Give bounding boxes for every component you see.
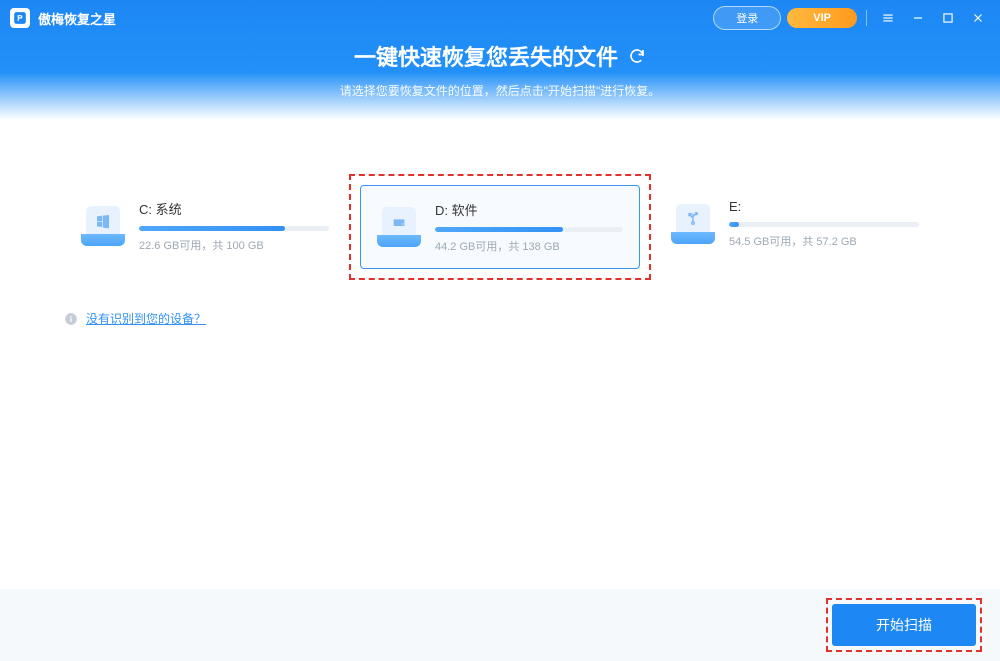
drive-icon-usb [671, 204, 715, 244]
drive-icon-windows [81, 206, 125, 246]
drive-stats: 54.5 GB可用，共 57.2 GB [729, 233, 919, 249]
drive-label: C: 系统 [139, 199, 329, 218]
close-icon[interactable] [966, 6, 990, 30]
info-icon: i [64, 312, 78, 326]
drive-label: E: [729, 199, 919, 214]
hero-title: 一键快速恢复您丢失的文件 [354, 40, 618, 72]
drive-stats: 44.2 GB可用，共 138 GB [435, 238, 623, 254]
start-scan-button[interactable]: 开始扫描 [832, 604, 976, 646]
menu-icon[interactable] [876, 6, 900, 30]
minimize-icon[interactable] [906, 6, 930, 30]
app-logo-icon [10, 8, 30, 28]
svg-text:i: i [70, 314, 72, 323]
drive-usage-bar [729, 222, 919, 227]
drive-usage-bar [139, 226, 329, 231]
refresh-icon[interactable] [628, 47, 646, 65]
login-button[interactable]: 登录 [713, 6, 781, 30]
app-title: 傲梅恢复之星 [38, 9, 116, 28]
drive-card-d[interactable]: D: 软件 44.2 GB可用，共 138 GB [360, 185, 640, 269]
titlebar: 傲梅恢复之星 登录 VIP [0, 0, 1000, 36]
maximize-icon[interactable] [936, 6, 960, 30]
drive-card-c[interactable]: C: 系统 22.6 GB可用，共 100 GB [65, 185, 345, 267]
hero-subtitle: 请选择您要恢复文件的位置，然后点击"开始扫描"进行恢复。 [0, 82, 1000, 99]
titlebar-divider [866, 10, 867, 26]
drive-label: D: 软件 [435, 200, 623, 219]
vip-button[interactable]: VIP [787, 8, 857, 28]
drive-icon-disk [377, 207, 421, 247]
device-not-detected-link[interactable]: 没有识别到您的设备？ [86, 310, 206, 327]
drive-usage-bar [435, 227, 623, 232]
drive-stats: 22.6 GB可用，共 100 GB [139, 237, 329, 253]
drive-card-e[interactable]: E: 54.5 GB可用，共 57.2 GB [655, 185, 935, 263]
footer-bar: 开始扫描 [0, 589, 1000, 661]
drive-list: C: 系统 22.6 GB可用，共 100 GB D: 软件 44. [60, 180, 940, 274]
